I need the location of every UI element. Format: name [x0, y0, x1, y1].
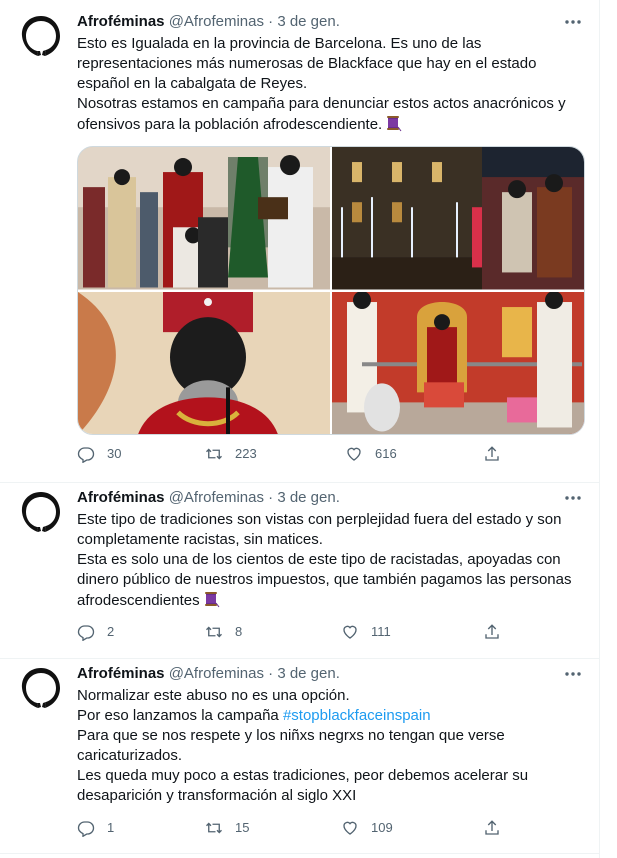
reply-icon — [77, 821, 95, 837]
tweet-actions: 30 223 616 — [77, 444, 507, 464]
author-name[interactable]: Afroféminas — [77, 13, 165, 30]
author-handle[interactable]: @Afrofeminas — [169, 489, 264, 506]
reply-count: 1 — [107, 820, 115, 835]
tweet-line: Por eso lanzamos la campaña #stopblackfa… — [77, 706, 579, 726]
share-button[interactable] — [483, 818, 513, 838]
author-name[interactable]: Afroféminas — [77, 665, 165, 682]
author-handle[interactable]: @Afrofeminas — [169, 665, 264, 682]
tweet-date[interactable]: 3 de gen. — [277, 13, 340, 30]
like-count: 616 — [375, 446, 397, 461]
tweet-text: Normalizar este abuso no es una opción. … — [77, 686, 579, 806]
photo-reyes-throne[interactable] — [332, 291, 584, 435]
heart-icon — [343, 625, 357, 639]
tweet-paragraph: Esta es solo una de los cientos de este … — [77, 550, 579, 611]
afrofeminas-logo — [17, 12, 65, 60]
share-icon — [485, 820, 499, 835]
share-icon — [485, 446, 499, 461]
avatar[interactable] — [17, 664, 65, 712]
share-button[interactable] — [483, 622, 513, 642]
tweet-3[interactable]: Afroféminas @Afrofeminas · 3 de gen. Nor… — [0, 658, 599, 854]
reply-icon — [77, 447, 95, 463]
like-button[interactable]: 616 — [345, 444, 397, 464]
timeline: Afroféminas @Afrofeminas · 3 de gen. Est… — [0, 0, 600, 858]
reply-button[interactable]: 2 — [77, 622, 114, 642]
tweet-text: Esto es Igualada en la provincia de Barc… — [77, 34, 579, 135]
avatar[interactable] — [17, 12, 65, 60]
like-count: 109 — [371, 820, 393, 835]
retweet-button[interactable]: 15 — [205, 818, 249, 838]
reply-button[interactable]: 1 — [77, 818, 114, 838]
purple-thread-emoji — [204, 592, 219, 608]
tweet-paragraph-text: Esta es solo una de los cientos de este … — [77, 551, 572, 609]
separator-dot: · — [268, 489, 274, 506]
retweet-button[interactable]: 223 — [205, 444, 257, 464]
reply-button[interactable]: 30 — [77, 444, 121, 464]
like-count: 111 — [371, 624, 391, 639]
tweet-date[interactable]: 3 de gen. — [277, 665, 340, 682]
reply-count: 30 — [107, 446, 122, 461]
tweet-date[interactable]: 3 de gen. — [277, 489, 340, 506]
reply-count: 2 — [107, 624, 115, 639]
like-button[interactable]: 109 — [341, 818, 393, 838]
photo-reyes-night[interactable] — [332, 147, 584, 290]
retweet-count: 223 — [235, 446, 257, 461]
retweet-button[interactable]: 8 — [205, 622, 242, 642]
tweet-line: Les queda muy poco a estas tradiciones, … — [77, 767, 529, 804]
tweet-text: Este tipo de tradiciones son vistas con … — [77, 510, 579, 611]
more-dots-icon[interactable] — [563, 664, 583, 684]
reply-icon — [77, 625, 95, 641]
avatar[interactable] — [17, 488, 65, 536]
share-button[interactable] — [483, 444, 513, 464]
tweet-line: Para que se nos respete y los niñxs negr… — [77, 727, 505, 764]
tweet-header: Afroféminas @Afrofeminas · 3 de gen. — [77, 664, 583, 684]
tweet-1[interactable]: Afroféminas @Afrofeminas · 3 de gen. Est… — [0, 0, 599, 483]
heart-icon — [343, 821, 357, 835]
tweet-line: Normalizar este abuso no es una opción. — [77, 687, 350, 704]
photo-reyes-closeup[interactable] — [78, 291, 330, 435]
tweet-actions: 2 8 111 — [77, 622, 507, 642]
more-dots-icon[interactable] — [563, 12, 583, 32]
photo-reyes-indoor[interactable] — [78, 147, 330, 290]
purple-thread-emoji — [387, 116, 402, 132]
heart-icon — [347, 447, 361, 461]
hashtag-link[interactable]: #stopblackfaceinspain — [283, 707, 431, 724]
author-handle[interactable]: @Afrofeminas — [169, 13, 264, 30]
tweet-paragraph-text: Nosotras estamos en campaña para denunci… — [77, 95, 566, 133]
tweet-paragraph: Este tipo de tradiciones son vistas con … — [77, 511, 562, 548]
retweet-icon — [206, 626, 222, 638]
tweet-line-text: Por eso lanzamos la campaña — [77, 707, 283, 724]
retweet-count: 8 — [235, 624, 243, 639]
tweet-header: Afroféminas @Afrofeminas · 3 de gen. — [77, 12, 583, 32]
retweet-icon — [206, 448, 222, 460]
afrofeminas-logo — [17, 488, 65, 536]
tweet-paragraph: Nosotras estamos en campaña para denunci… — [77, 94, 579, 135]
retweet-count: 15 — [235, 820, 250, 835]
tweet-header: Afroféminas @Afrofeminas · 3 de gen. — [77, 488, 583, 508]
more-dots-icon[interactable] — [563, 488, 583, 508]
media-grid[interactable] — [77, 146, 585, 435]
share-icon — [485, 624, 499, 639]
separator-dot: · — [268, 665, 274, 682]
tweet-2[interactable]: Afroféminas @Afrofeminas · 3 de gen. Est… — [0, 482, 599, 659]
afrofeminas-logo — [17, 664, 65, 712]
author-name[interactable]: Afroféminas — [77, 489, 165, 506]
retweet-icon — [206, 822, 222, 834]
like-button[interactable]: 111 — [341, 622, 391, 642]
tweet-actions: 1 15 109 — [77, 818, 507, 838]
separator-dot: · — [268, 13, 274, 30]
tweet-paragraph: Esto es Igualada en la provincia de Barc… — [77, 35, 537, 92]
